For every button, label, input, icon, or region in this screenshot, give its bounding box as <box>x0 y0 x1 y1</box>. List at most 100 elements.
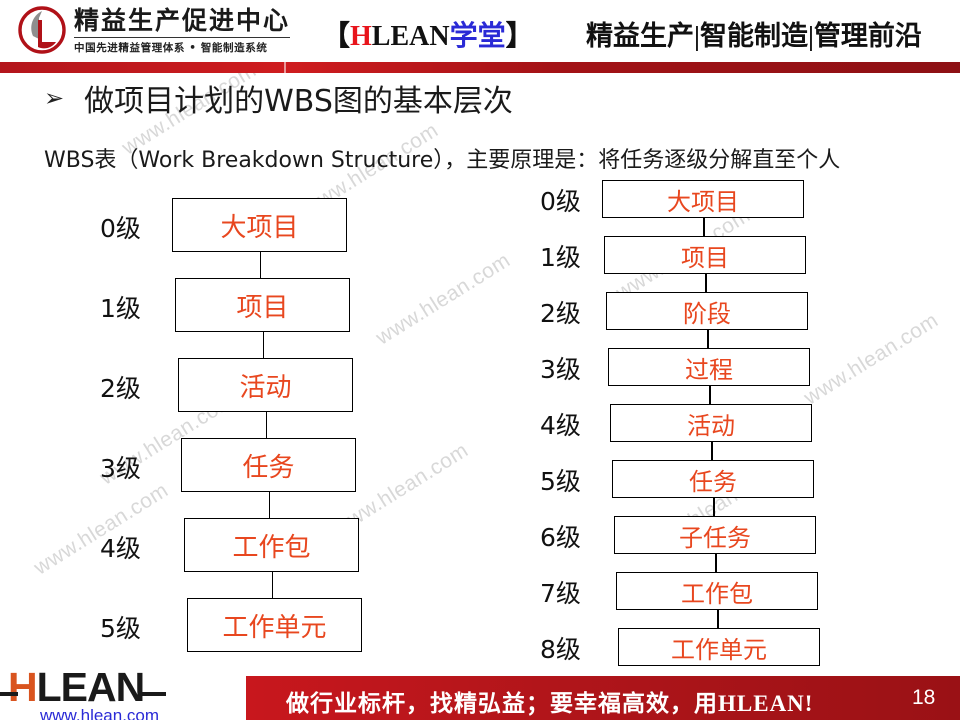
wbs-level-label: 5级 <box>540 467 581 496</box>
footer-logo-dash <box>138 692 166 696</box>
footer-logo-dash <box>0 692 18 696</box>
wbs-node-row: 3级 过程 <box>540 348 810 386</box>
wbs-level-label: 6级 <box>540 523 581 552</box>
page-title: 做项目计划的WBS图的基本层次 <box>84 84 513 119</box>
wbs-node-box[interactable]: 工作包 <box>184 518 359 572</box>
wbs-node-label: 活动 <box>239 372 292 403</box>
wbs-node-label: 阶段 <box>683 299 731 328</box>
wbs-connector-line <box>715 554 717 572</box>
wbs-node-box[interactable]: 工作单元 <box>618 628 820 666</box>
wbs-node-box[interactable]: 子任务 <box>614 516 816 554</box>
wbs-node-label: 项目 <box>236 292 289 323</box>
wbs-diagram-right: 0级 大项目 1级 项目 2级 阶段 3级 过程 4级 活动 5级 任务 6级 子任务 7级 工作包 8级 工作单… <box>540 180 840 720</box>
wbs-node-row: 2级 阶段 <box>540 292 808 330</box>
brand-bracket-left: 【 <box>322 21 351 52</box>
wbs-node-label: 工作包 <box>681 579 753 608</box>
wbs-node-row: 0级 大项目 <box>100 198 347 252</box>
wbs-level-label: 0级 <box>100 214 141 243</box>
wbs-node-row: 4级 工作包 <box>100 518 359 572</box>
subtitle-text: WBS表（Work Breakdown Structure），主要原理是：将任务… <box>44 148 841 173</box>
wbs-level-label: 4级 <box>540 411 581 440</box>
wbs-node-label: 活动 <box>687 411 735 440</box>
wbs-node-box[interactable]: 任务 <box>181 438 356 492</box>
wbs-level-label: 8级 <box>540 635 581 664</box>
wbs-node-box[interactable]: 大项目 <box>602 180 804 218</box>
logo-subtitle: 中国先进精益管理体系 • 智能制造系统 <box>74 42 268 54</box>
wbs-node-row: 6级 子任务 <box>540 516 816 554</box>
wbs-level-label: 2级 <box>540 299 581 328</box>
wbs-node-box[interactable]: 工作包 <box>616 572 818 610</box>
wbs-node-box[interactable]: 活动 <box>178 358 353 412</box>
wbs-level-label: 5级 <box>100 614 141 643</box>
wbs-node-row: 3级 任务 <box>100 438 356 492</box>
header-divider-bar <box>0 62 960 73</box>
wbs-node-label: 子任务 <box>679 523 751 552</box>
header-divider-notch <box>284 62 286 73</box>
slide-header: 精益生产促进中心 中国先进精益管理体系 • 智能制造系统 【HLEAN学堂】 精… <box>0 0 960 62</box>
logo-title: 精益生产促进中心 <box>74 8 291 38</box>
footer-logo-letters-lean: LEAN <box>36 664 146 710</box>
header-tagline: 精益生产|智能制造|管理前沿 <box>586 21 922 51</box>
wbs-node-label: 工作单元 <box>222 612 327 643</box>
wbs-level-label: 1级 <box>540 243 581 272</box>
wbs-level-label: 0级 <box>540 187 581 216</box>
wbs-connector-line <box>717 610 719 628</box>
wbs-diagram-left: 0级 大项目 1级 项目 2级 活动 3级 任务 4级 工作包 5级 工作单元 <box>100 198 400 720</box>
bullet-arrow-icon: ➢ <box>44 84 65 112</box>
brand-letter-h: H <box>350 21 372 52</box>
wbs-connector-line <box>265 412 268 438</box>
wbs-node-label: 工作包 <box>232 532 311 563</box>
wbs-node-label: 大项目 <box>220 212 299 243</box>
footer-logo-letter-h: H <box>8 664 38 710</box>
wbs-node-label: 任务 <box>689 467 737 496</box>
company-logo-text: 精益生产促进中心 中国先进精益管理体系 • 智能制造系统 <box>74 8 291 55</box>
footer-logo-wordmark: HLEAN <box>8 667 159 708</box>
wbs-connector-line <box>707 330 709 348</box>
wbs-node-row: 2级 活动 <box>100 358 353 412</box>
company-logo-icon <box>18 6 66 54</box>
brand-letters-lean: LEAN <box>371 21 450 52</box>
wbs-node-box[interactable]: 阶段 <box>606 292 808 330</box>
wbs-node-row: 8级 工作单元 <box>540 628 820 666</box>
wbs-node-row: 5级 工作单元 <box>100 598 362 652</box>
wbs-level-label: 2级 <box>100 374 141 403</box>
wbs-connector-line <box>705 274 707 292</box>
brand-hlean-xuetang: 【HLEAN学堂】 <box>322 14 534 54</box>
wbs-level-label: 3级 <box>100 454 141 483</box>
wbs-node-label: 任务 <box>242 452 295 483</box>
wbs-node-box[interactable]: 项目 <box>604 236 806 274</box>
wbs-node-row: 0级 大项目 <box>540 180 804 218</box>
wbs-level-label: 4级 <box>100 534 141 563</box>
footer-logo: HLEAN www.hlean.com <box>0 667 166 720</box>
wbs-node-label: 大项目 <box>667 187 739 216</box>
wbs-node-label: 过程 <box>685 355 733 384</box>
wbs-node-label: 项目 <box>681 243 729 272</box>
wbs-connector-line <box>259 252 262 278</box>
wbs-node-label: 工作单元 <box>671 635 767 664</box>
page-title-row: ➢ 做项目计划的WBS图的基本层次 <box>44 76 513 120</box>
wbs-connector-line <box>268 492 271 518</box>
wbs-node-row: 5级 任务 <box>540 460 814 498</box>
wbs-connector-line <box>711 442 713 460</box>
wbs-level-label: 1级 <box>100 294 141 323</box>
slide-canvas: www.hlean.com www.hlean.com www.hlean.com w… <box>0 0 960 720</box>
wbs-node-row: 1级 项目 <box>540 236 806 274</box>
footer-logo-url: www.hlean.com <box>40 706 160 720</box>
wbs-node-box[interactable]: 大项目 <box>172 198 347 252</box>
wbs-node-box[interactable]: 活动 <box>610 404 812 442</box>
footer-slogan: 做行业标杆，找精弘益；要幸福高效，用HLEAN! <box>286 691 814 716</box>
wbs-node-box[interactable]: 过程 <box>608 348 810 386</box>
wbs-node-row: 4级 活动 <box>540 404 812 442</box>
wbs-level-label: 3级 <box>540 355 581 384</box>
page-number: 18 <box>912 686 936 709</box>
wbs-connector-line <box>709 386 711 404</box>
wbs-node-box[interactable]: 工作单元 <box>187 598 362 652</box>
brand-xuetang: 学堂 <box>449 21 506 52</box>
wbs-connector-line <box>703 218 705 236</box>
wbs-node-box[interactable]: 项目 <box>175 278 350 332</box>
brand-bracket-right: 】 <box>505 21 534 52</box>
wbs-connector-line <box>262 332 265 358</box>
wbs-node-row: 1级 项目 <box>100 278 350 332</box>
wbs-node-box[interactable]: 任务 <box>612 460 814 498</box>
wbs-connector-line <box>271 572 274 598</box>
